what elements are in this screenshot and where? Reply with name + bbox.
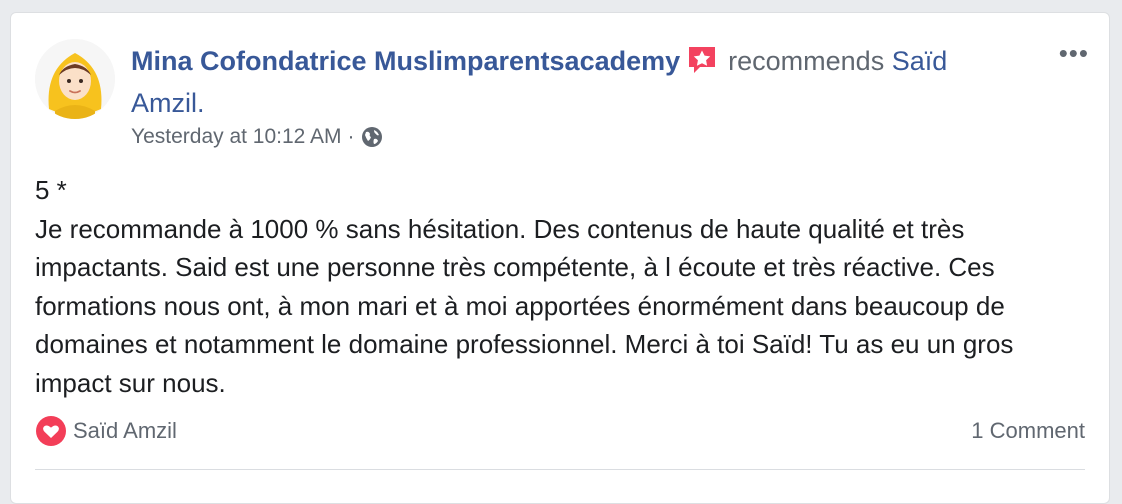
post-card: Mina Cofondatrice Muslimparentsacademy re… (10, 12, 1110, 504)
reactor-name: Saïd Amzil (73, 418, 177, 443)
post-timestamp-link[interactable]: Yesterday at 10:12 AM (131, 125, 342, 149)
post-header: Mina Cofondatrice Muslimparentsacademy re… (131, 43, 1011, 149)
post-rating-line: 5 * (35, 175, 67, 205)
comment-count-link[interactable]: 1 Comment (971, 418, 1085, 444)
post-title-line: Mina Cofondatrice Muslimparentsacademy re… (131, 43, 1011, 121)
footer-divider (35, 469, 1085, 470)
post-meta: Yesterday at 10:12 AM · (131, 125, 1011, 149)
author-name-link[interactable]: Mina Cofondatrice Muslimparentsacademy (131, 46, 680, 76)
post-body: 5 * Je recommande à 1000 % sans hésitati… (35, 171, 1095, 402)
hijab-avatar-illustration (35, 39, 115, 119)
recommends-verb: recommends (728, 46, 885, 76)
meta-separator: · (347, 125, 355, 148)
more-options-button[interactable]: ••• (1059, 40, 1089, 66)
recommendation-star-icon (686, 44, 718, 85)
globe-icon[interactable] (361, 126, 383, 148)
love-reaction-icon (35, 415, 67, 447)
reactions-summary[interactable]: Saïd Amzil (35, 415, 177, 447)
post-review-text: Je recommande à 1000 % sans hésitation. … (35, 213, 1014, 398)
post-footer: Saïd Amzil 1 Comment (35, 415, 1085, 447)
author-avatar[interactable] (35, 39, 115, 119)
